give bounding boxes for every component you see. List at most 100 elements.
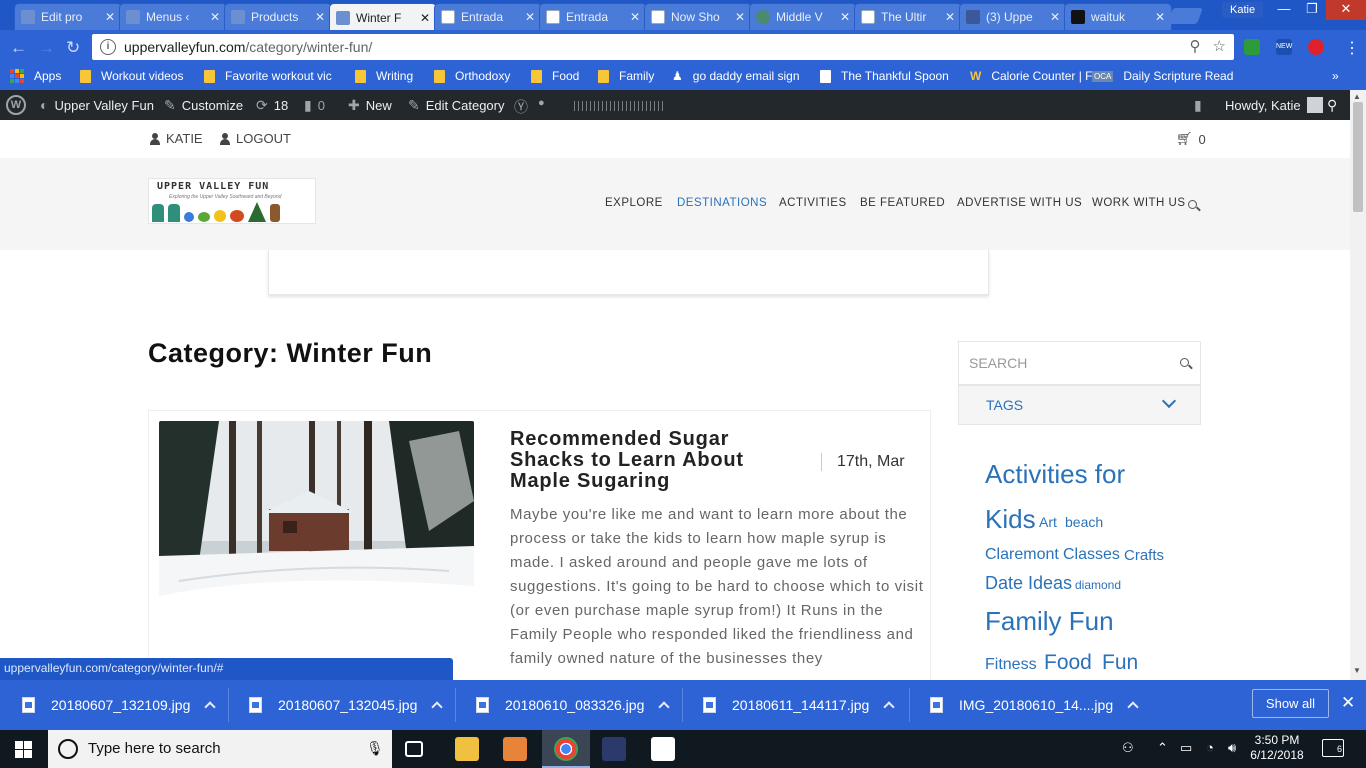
nav-work-with-us[interactable]: WORK WITH US: [1092, 197, 1186, 209]
browser-tab[interactable]: Products ✕: [224, 3, 332, 30]
chevron-up-icon[interactable]: [658, 701, 671, 713]
admin-account[interactable]: Howdy, Katie: [1225, 97, 1323, 113]
tag-link[interactable]: Art: [1039, 514, 1057, 530]
sticky-notes-icon[interactable]: [651, 737, 675, 761]
download-item[interactable]: 20180607_132045.jpg: [249, 697, 444, 713]
app-icon[interactable]: [602, 737, 626, 761]
close-window-icon[interactable]: ✕: [1326, 0, 1366, 20]
nav-advertise-with-us[interactable]: ADVERTISE WITH US: [957, 197, 1082, 209]
extension-icon[interactable]: [1244, 39, 1260, 55]
bookmark-folder[interactable]: Favorite workout vic: [204, 69, 332, 83]
browser-tab[interactable]: Middle V ✕: [749, 3, 857, 30]
close-tab-icon[interactable]: ✕: [1152, 10, 1168, 24]
site-logo[interactable]: UPPER VALLEY FUN Exploring the Upper Val…: [148, 178, 316, 224]
chevron-up-icon[interactable]: [1127, 701, 1139, 713]
nav-explore[interactable]: EXPLORE: [605, 197, 663, 209]
chevron-up-icon[interactable]: ⌃: [1157, 740, 1168, 756]
account-link[interactable]: KATIE: [150, 131, 203, 146]
menu-kebab-icon[interactable]: ⋮: [1344, 38, 1360, 58]
tag-link[interactable]: beach: [1065, 514, 1103, 530]
chrome-icon[interactable]: [554, 737, 578, 761]
bookmark-link[interactable]: OCA Daily Scripture Read: [1092, 69, 1233, 83]
download-item[interactable]: 20180610_083326.jpg: [476, 697, 671, 713]
notification-center-icon[interactable]: 6: [1322, 739, 1344, 757]
chevron-up-icon[interactable]: [204, 701, 217, 713]
forward-arrow-icon[interactable]: →: [38, 38, 55, 58]
close-tab-icon[interactable]: ✕: [312, 10, 328, 24]
bookmark-folder[interactable]: Workout videos: [80, 69, 183, 83]
new-tab-button[interactable]: [1167, 8, 1203, 24]
bookmark-folder[interactable]: Writing: [355, 69, 413, 83]
scroll-down-icon[interactable]: ▼: [1353, 666, 1361, 675]
taskbar-search-box[interactable]: Type here to search 🎙︎: [48, 730, 392, 768]
browser-tab[interactable]: waituk ✕: [1064, 3, 1172, 30]
yoast-seo-icon[interactable]: Ⓨ: [514, 97, 534, 117]
admin-updates[interactable]: ⟳ 18: [256, 97, 288, 114]
admin-customize[interactable]: ✎ Customize: [164, 97, 243, 114]
nav-be-featured[interactable]: BE FEATURED: [860, 197, 945, 209]
browser-tab[interactable]: (3) Uppe ✕: [959, 3, 1067, 30]
browser-tab[interactable]: Now Sho ✕: [644, 3, 752, 30]
tag-link[interactable]: Fitness: [985, 656, 1037, 674]
admin-new[interactable]: ✚ New: [348, 97, 392, 114]
header-search-icon[interactable]: [1188, 200, 1197, 209]
tag-link[interactable]: Kids: [985, 504, 1036, 535]
close-tab-icon[interactable]: ✕: [627, 10, 643, 24]
tag-link[interactable]: Claremont: [985, 546, 1059, 564]
address-bar[interactable]: i uppervalleyfun.com/category/winter-fun…: [92, 34, 1234, 60]
zoom-search-icon[interactable]: ⚲: [1190, 37, 1201, 55]
download-item[interactable]: 20180611_144117.jpg: [703, 697, 895, 713]
stats-sparkline[interactable]: [574, 101, 664, 111]
tag-link[interactable]: Food: [1044, 651, 1092, 675]
admin-edit-category[interactable]: ✎ Edit Category: [408, 97, 505, 114]
close-tab-icon[interactable]: ✕: [207, 10, 223, 24]
chevron-up-icon[interactable]: [431, 701, 444, 713]
browser-tab[interactable]: Entrada ✕: [539, 3, 647, 30]
tag-link[interactable]: Crafts: [1124, 547, 1164, 564]
download-item[interactable]: 20180607_132109.jpg: [22, 697, 217, 713]
volume-icon[interactable]: 🔊︎: [1228, 740, 1236, 756]
bookmark-link[interactable]: W Calorie Counter | Fo: [970, 69, 1099, 83]
close-tab-icon[interactable]: ✕: [732, 10, 748, 24]
extension-icon[interactable]: [1308, 39, 1324, 55]
bookmark-folder[interactable]: Family: [598, 69, 654, 83]
admin-comments[interactable]: ▮ 0: [304, 97, 325, 114]
back-arrow-icon[interactable]: ←: [10, 38, 27, 58]
close-tab-icon[interactable]: ✕: [522, 10, 538, 24]
close-tab-icon[interactable]: ✕: [417, 11, 433, 25]
nav-activities[interactable]: ACTIVITIES: [779, 197, 847, 209]
file-explorer-icon[interactable]: [455, 737, 479, 761]
bookmark-star-icon[interactable]: ☆: [1213, 37, 1226, 55]
media-player-icon[interactable]: [503, 737, 527, 761]
bookmark-link[interactable]: The Thankful Spoon: [820, 69, 949, 83]
show-all-downloads-button[interactable]: Show all: [1252, 689, 1329, 718]
wifi-icon[interactable]: ◔: [1206, 740, 1214, 755]
close-shelf-icon[interactable]: ✕: [1341, 693, 1355, 713]
close-tab-icon[interactable]: ✕: [837, 10, 853, 24]
sidebar-search-field[interactable]: SEARCH: [958, 341, 1201, 385]
wordpress-logo-icon[interactable]: W: [6, 95, 26, 115]
close-tab-icon[interactable]: ✕: [1047, 10, 1063, 24]
post-title-link[interactable]: Recommended Sugar Shacks to Learn About …: [510, 429, 770, 492]
windows-start-icon[interactable]: [15, 741, 32, 758]
browser-profile-button[interactable]: Katie: [1222, 2, 1264, 18]
bookmark-folder[interactable]: Orthodoxy: [434, 69, 510, 83]
tag-link[interactable]: Fun: [1102, 651, 1138, 675]
logout-link[interactable]: LOGOUT: [220, 131, 291, 146]
search-icon[interactable]: [1180, 358, 1189, 367]
battery-icon[interactable]: ▭: [1180, 740, 1192, 756]
restore-icon[interactable]: ❐: [1298, 0, 1326, 20]
tag-link[interactable]: Classes: [1063, 546, 1120, 564]
tag-link[interactable]: diamond: [1075, 578, 1121, 592]
tag-link[interactable]: Date Ideas: [985, 573, 1072, 594]
browser-tab[interactable]: The Ultir ✕: [854, 3, 962, 30]
tags-dropdown[interactable]: TAGS: [958, 385, 1201, 425]
nav-destinations[interactable]: DESTINATIONS: [677, 197, 767, 209]
browser-tab[interactable]: Menus ‹ ✕: [119, 3, 227, 30]
extension-new-icon[interactable]: NEW: [1276, 39, 1292, 55]
bookmark-link[interactable]: ♟ go daddy email sign: [672, 69, 800, 83]
admin-notifications[interactable]: ▮: [1194, 97, 1208, 114]
close-tab-icon[interactable]: ✕: [102, 10, 118, 24]
tag-link[interactable]: Activities for: [985, 459, 1125, 490]
page-scrollbar[interactable]: ▲ ▼: [1350, 90, 1366, 680]
